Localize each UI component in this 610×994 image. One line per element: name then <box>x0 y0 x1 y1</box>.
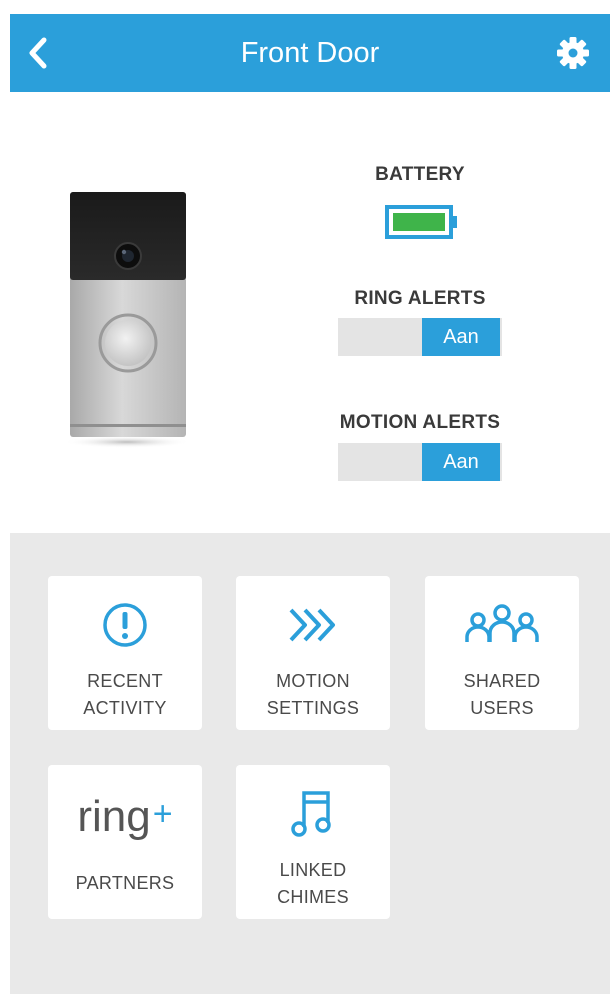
app-header: Front Door <box>10 14 610 92</box>
ring-alerts-label: RING ALERTS <box>354 288 486 309</box>
battery-label: BATTERY <box>375 164 465 185</box>
ring-alerts-toggle-value: Aan <box>422 318 500 356</box>
users-group-icon <box>465 604 539 642</box>
motion-alerts-label: MOTION ALERTS <box>339 412 501 433</box>
motion-chevrons-icon <box>289 608 335 642</box>
motion-settings-tile[interactable]: MOTION SETTINGS <box>236 576 390 730</box>
motion-alerts-toggle-value: Aan <box>422 443 500 481</box>
linked-chimes-label-1: LINKED <box>279 860 347 880</box>
recent-activity-label-2: ACTIVITY <box>83 698 167 718</box>
settings-button[interactable] <box>556 36 590 70</box>
doorbell-device-image <box>60 188 200 453</box>
shared-users-tile[interactable]: SHARED USERS <box>425 576 579 730</box>
recent-activity-tile[interactable]: RECENT ACTIVITY <box>48 576 202 730</box>
ring-logo-plus: + <box>152 795 173 833</box>
shared-users-label-1: SHARED <box>463 671 541 691</box>
partners-tile[interactable]: ring+ PARTNERS <box>48 765 202 919</box>
page-title: Front Door <box>240 37 380 69</box>
ring-logo-text: ring <box>77 792 151 841</box>
battery-icon <box>385 204 461 240</box>
motion-settings-label-1: MOTION <box>276 671 350 691</box>
motion-alerts-toggle[interactable]: Aan <box>338 443 502 481</box>
battery-level-fill <box>393 213 445 231</box>
ring-alerts-toggle[interactable]: Aan <box>338 318 502 356</box>
linked-chimes-label-2: CHIMES <box>277 887 349 907</box>
recent-activity-label-1: RECENT <box>87 671 163 691</box>
motion-settings-label-2: SETTINGS <box>266 698 360 718</box>
music-note-icon <box>291 791 331 837</box>
alert-circle-icon <box>103 603 147 647</box>
shared-users-label-2: USERS <box>470 698 534 718</box>
partners-label: PARTNERS <box>75 873 175 893</box>
gear-icon <box>557 37 589 69</box>
linked-chimes-tile[interactable]: LINKED CHIMES <box>236 765 390 919</box>
ring-plus-logo: ring+ <box>48 789 202 842</box>
